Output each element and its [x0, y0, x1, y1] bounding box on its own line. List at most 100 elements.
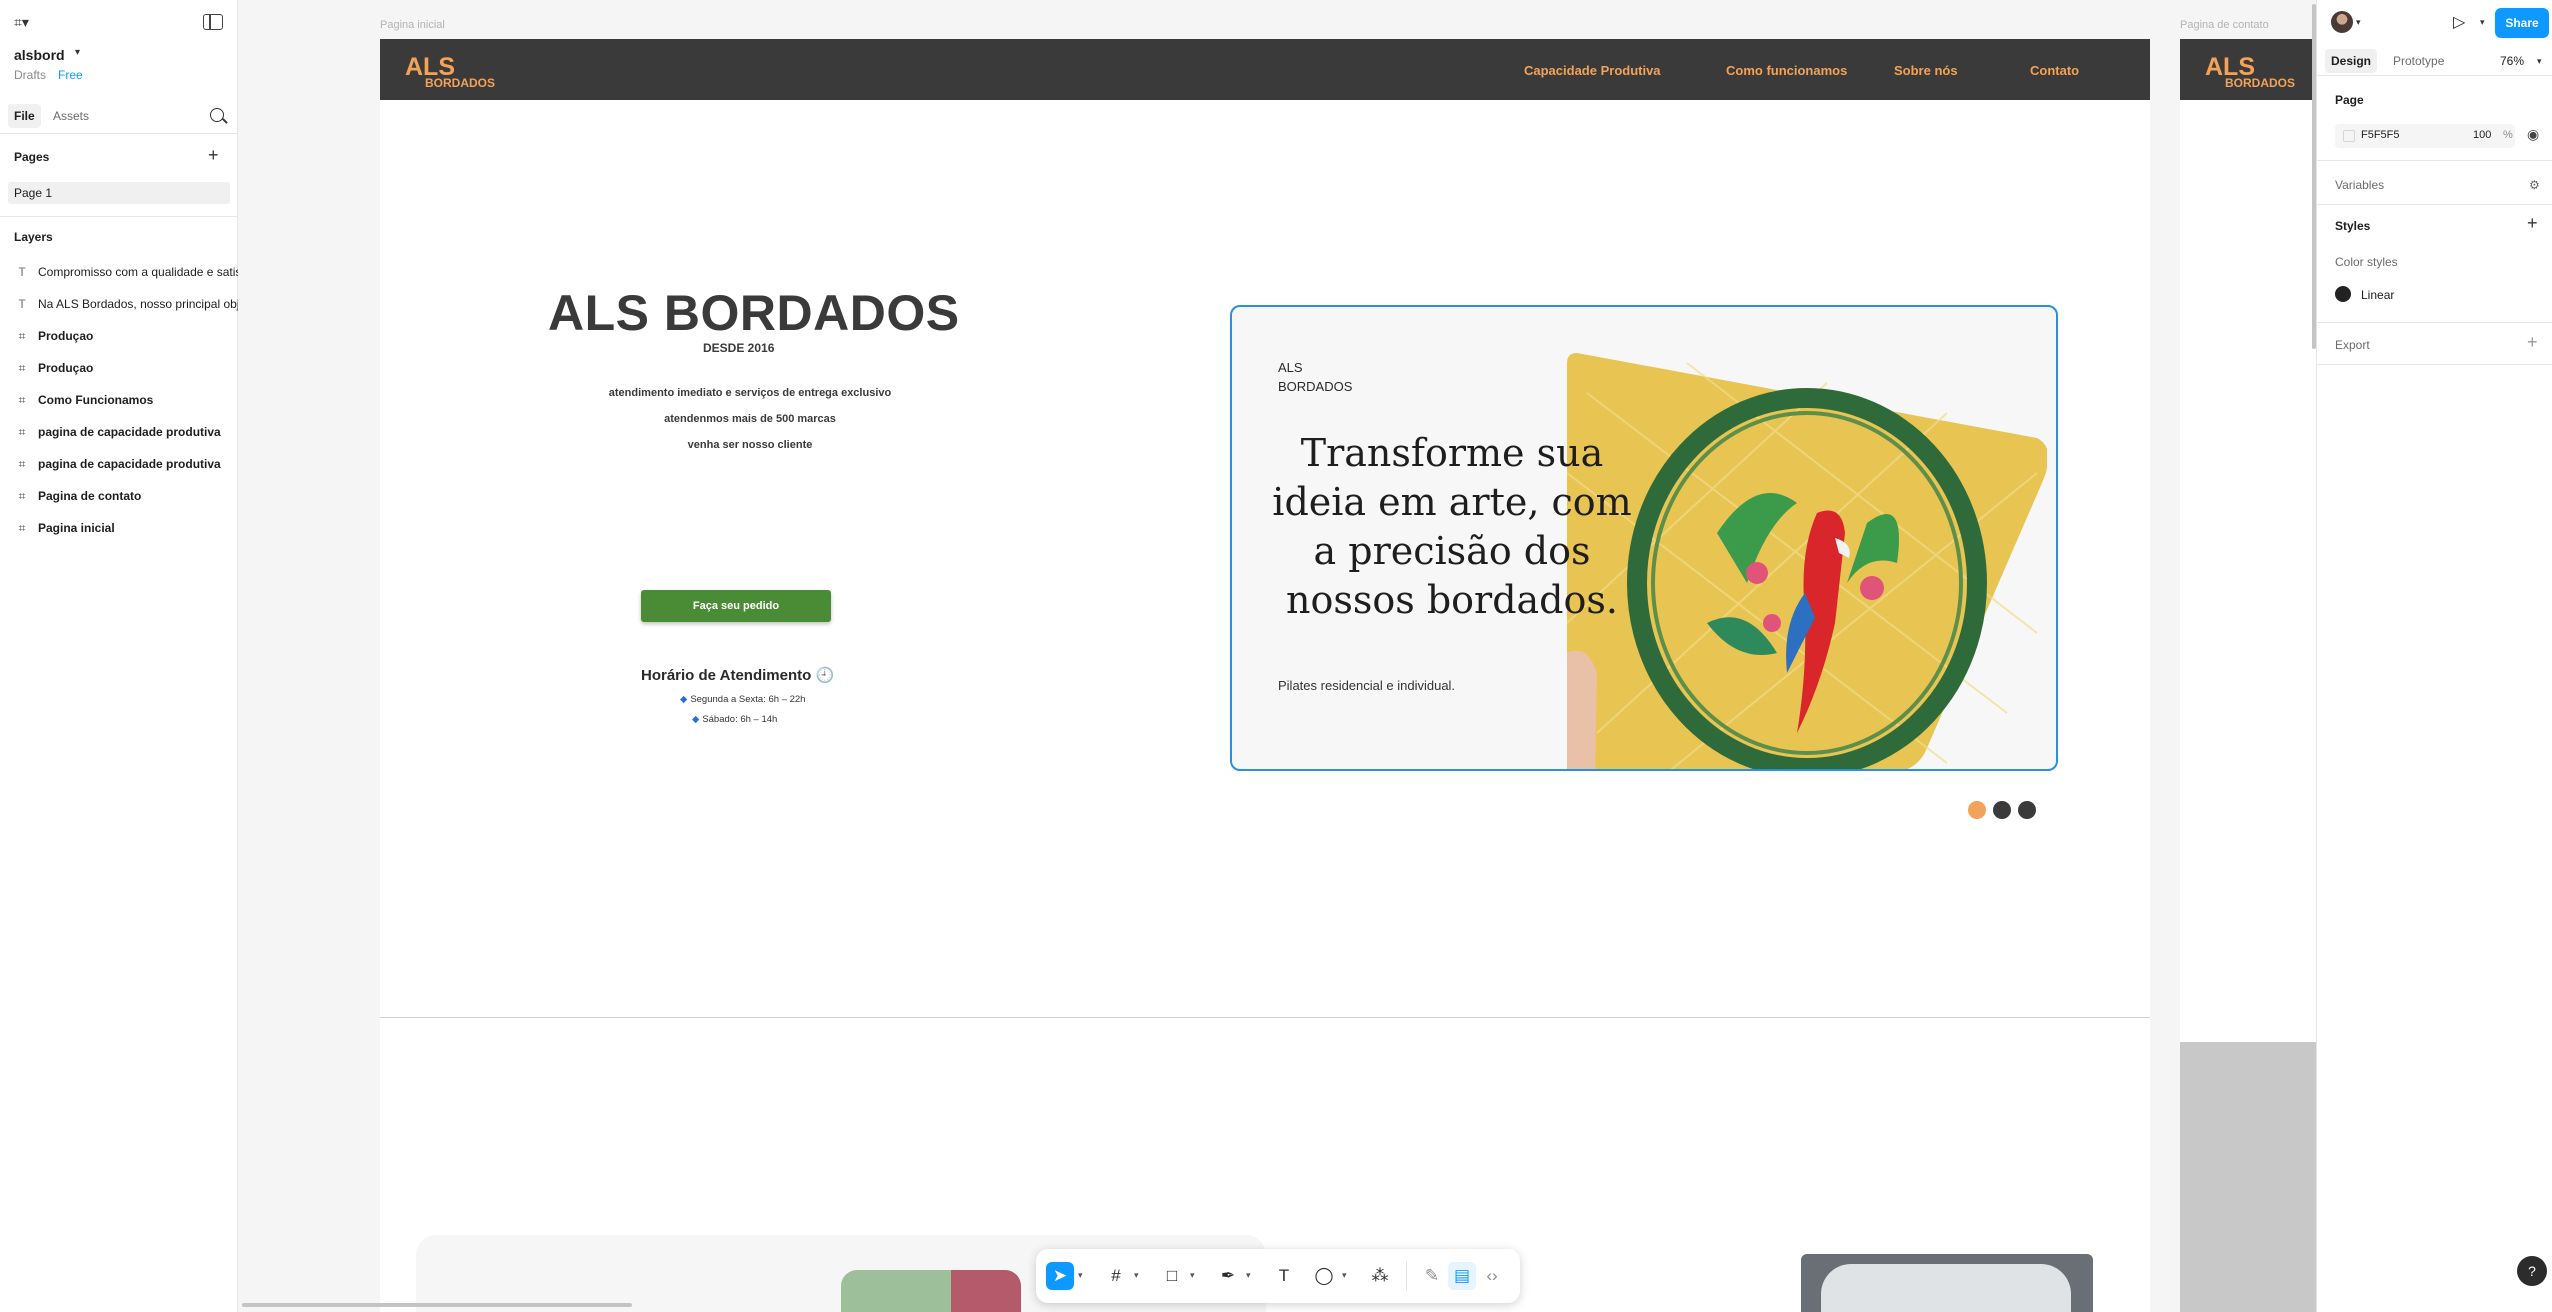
frame-tool-icon[interactable]: #	[1102, 1262, 1130, 1290]
frame-layer-icon: ⌗	[18, 457, 26, 471]
nav-link-capacidade[interactable]: Capacidade Produtiva	[1524, 63, 1661, 78]
variables-label[interactable]: Variables	[2335, 178, 2384, 192]
canvas[interactable]: Pagina inicial Pagina de contato ALS BOR…	[238, 0, 2316, 1312]
actions-icon[interactable]: ⁂	[1366, 1262, 1394, 1290]
plan-badge[interactable]: Free	[58, 68, 83, 82]
site-logo[interactable]: ALS BORDADOS	[2205, 55, 2295, 90]
diamond-icon: ◆	[680, 694, 688, 705]
help-button[interactable]: ?	[2517, 1256, 2547, 1286]
hours-text: Segunda a Sexta: 6h – 22h	[690, 694, 806, 705]
chevron-down-icon[interactable]: ▾	[2537, 56, 2542, 67]
background-opacity[interactable]: 100	[2473, 129, 2491, 141]
chevron-down-icon[interactable]: ▾	[75, 47, 80, 58]
chevron-down-icon[interactable]: ▾	[2480, 17, 2485, 28]
drafts-link[interactable]: Drafts	[14, 68, 46, 82]
card-logo: ALS BORDADOS	[1278, 358, 1352, 396]
tab-file[interactable]: File	[8, 104, 41, 128]
color-swatch[interactable]	[2343, 130, 2355, 142]
design-mode-icon[interactable]: ▤	[1448, 1262, 1476, 1290]
comment-tool-icon[interactable]: ◯	[1310, 1262, 1338, 1290]
rectangle-tool-icon[interactable]: □	[1158, 1262, 1186, 1290]
main-menu-icon[interactable]: ⌗▾	[14, 14, 29, 31]
styles-heading: Styles	[2335, 219, 2371, 233]
file-name[interactable]: alsbord	[14, 47, 65, 63]
product-image	[841, 1270, 1021, 1312]
layer-item[interactable]: ⌗ pagina de capacidade produtiva	[14, 457, 238, 477]
chevron-down-icon[interactable]: ▾	[2356, 17, 2361, 28]
add-style-icon[interactable]: +	[2527, 213, 2538, 234]
hero-line: atendimento imediato e serviços de entre…	[608, 387, 892, 399]
dev-mode-icon[interactable]: ‹›	[1478, 1262, 1506, 1290]
background-hex[interactable]: F5F5F5	[2361, 129, 2400, 141]
carousel-dot[interactable]	[2018, 801, 2036, 819]
chevron-down-icon[interactable]: ▾	[1342, 1270, 1347, 1281]
right-panel: ▾ ▷ ▾ Share Design Prototype 76% ▾ Page …	[2316, 0, 2552, 1312]
variables-icon[interactable]: ⚙	[2529, 178, 2540, 192]
background-color-field[interactable]: F5F5F5 100 %	[2335, 124, 2515, 148]
user-avatar[interactable]	[2331, 11, 2353, 33]
frame-label[interactable]: Pagina inicial	[380, 19, 445, 31]
hero-line: atendenmos mais de 500 marcas	[664, 413, 836, 425]
hours-text: Sábado: 6h – 14h	[702, 714, 778, 725]
layer-item[interactable]: ⌗ Produçao	[14, 361, 238, 381]
add-export-icon[interactable]: +	[2527, 332, 2538, 353]
layer-item[interactable]: T Compromisso com a qualidade e satis	[14, 265, 238, 285]
nav-link-contato[interactable]: Contato	[2030, 63, 2079, 78]
left-tabs: File Assets	[0, 100, 238, 134]
chevron-down-icon[interactable]: ▾	[1078, 1270, 1083, 1281]
site-logo[interactable]: ALS BORDADOS	[405, 55, 495, 90]
color-style-name[interactable]: Linear	[2361, 288, 2394, 302]
divider	[2317, 160, 2552, 161]
layer-item[interactable]: ⌗ pagina de capacidade produtiva	[14, 425, 238, 445]
draw-mode-icon[interactable]: ✎	[1418, 1262, 1446, 1290]
move-tool-icon[interactable]: ➤	[1046, 1262, 1074, 1290]
layer-item[interactable]: ⌗ Produçao	[14, 329, 238, 349]
card-logo-line1: ALS	[1278, 360, 1303, 375]
page-item[interactable]: Page 1	[8, 182, 230, 204]
frame-label[interactable]: Pagina de contato	[2180, 19, 2269, 31]
frame-layer-icon: ⌗	[18, 521, 26, 535]
pen-tool-icon[interactable]: ✒	[1214, 1262, 1242, 1290]
layer-item[interactable]: T Na ALS Bordados, nosso principal obje	[14, 297, 238, 317]
layer-name: Produçao	[38, 361, 94, 375]
hero-card[interactable]: ALS BORDADOS Transforme sua ideia em art…	[1230, 305, 2058, 771]
layers-heading: Layers	[14, 230, 53, 244]
share-button[interactable]: Share	[2495, 8, 2549, 38]
tab-prototype[interactable]: Prototype	[2393, 54, 2444, 68]
layer-name: Na ALS Bordados, nosso principal obje	[38, 297, 238, 311]
present-icon[interactable]: ▷	[2453, 12, 2465, 32]
tab-assets[interactable]: Assets	[53, 109, 89, 123]
order-button[interactable]: Faça seu pedido	[641, 590, 831, 622]
nav-link-sobre[interactable]: Sobre nós	[1894, 63, 1958, 78]
main-frame[interactable]: ALS BORDADOS Capacidade Produtiva Como f…	[380, 39, 2150, 1312]
divider	[2317, 322, 2552, 323]
contact-frame[interactable]: ALS BORDADOS	[2180, 39, 2316, 1312]
layer-item[interactable]: ⌗ Pagina inicial	[14, 521, 238, 541]
text-layer-icon: T	[18, 297, 26, 311]
chevron-down-icon[interactable]: ▾	[1134, 1270, 1139, 1281]
zoom-level[interactable]: 76%	[2500, 54, 2524, 68]
layer-item[interactable]: ⌗ Pagina de contato	[14, 489, 238, 509]
text-tool-icon[interactable]: T	[1270, 1262, 1298, 1290]
horizontal-scrollbar[interactable]	[242, 1303, 632, 1307]
search-icon[interactable]	[210, 108, 224, 122]
add-page-icon[interactable]: +	[208, 145, 219, 166]
divider	[2317, 364, 2552, 365]
color-style-swatch[interactable]	[2335, 286, 2351, 302]
contact-frame-body	[2180, 39, 2316, 1042]
panel-toggle-icon[interactable]	[203, 14, 223, 30]
product-image	[1801, 1254, 2093, 1312]
chevron-down-icon[interactable]: ▾	[1246, 1270, 1251, 1281]
nav-link-como-funcionamos[interactable]: Como funcionamos	[1726, 63, 1847, 78]
layer-item[interactable]: ⌗ Como Funcionamos	[14, 393, 238, 413]
carousel-dot-active[interactable]	[1968, 801, 1986, 819]
pages-heading: Pages	[14, 150, 50, 164]
tab-design[interactable]: Design	[2325, 49, 2378, 73]
layer-name: Como Funcionamos	[38, 393, 154, 407]
carousel-dot[interactable]	[1993, 801, 2011, 819]
toolbar-divider	[1406, 1261, 1407, 1291]
chevron-down-icon[interactable]: ▾	[1190, 1270, 1195, 1281]
eye-icon[interactable]: ◉	[2527, 126, 2539, 143]
carousel-dots	[1968, 801, 2043, 824]
frame-layer-icon: ⌗	[18, 329, 26, 343]
